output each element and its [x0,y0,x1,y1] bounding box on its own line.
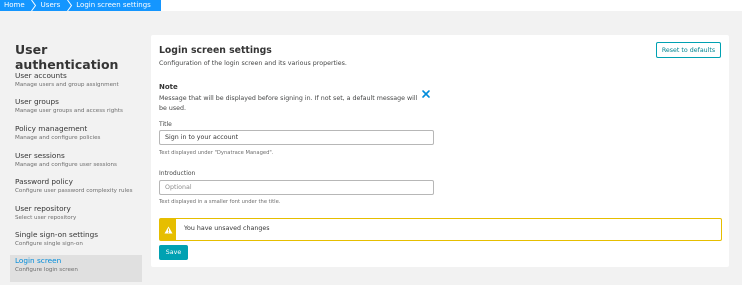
sidebar-item-description: Manage and configure policies [15,135,101,141]
introduction-field-label: Introduction [159,170,196,177]
sidebar-item-label: User repository [15,204,71,213]
page-title: Login screen settings [159,45,272,56]
sidebar-item-user-repository[interactable]: User repository Select user repository [10,203,142,230]
sidebar-item-label: Policy management [15,124,88,133]
sidebar-item-description: Configure user password complexity rules [15,188,133,194]
sidebar-item-user-groups[interactable]: User groups Manage user groups and acces… [10,96,142,123]
introduction-input[interactable] [159,180,434,195]
breadcrumb-current: Login screen settings [72,0,161,11]
introduction-field-help: Text displayed in a smaller font under t… [159,199,281,205]
settings-panel: Login screen settings Configuration of t… [151,35,729,267]
save-button[interactable]: Save [159,245,188,260]
sidebar-item-label: User accounts [15,71,67,80]
warning-triangle-icon [160,219,176,240]
sidebar-item-description: Configure single sign-on [15,241,83,247]
note-text: Message that will be displayed before si… [159,95,418,112]
title-input[interactable] [159,130,434,145]
breadcrumb-home[interactable]: Home [0,0,31,11]
sidebar-item-login-screen[interactable]: Login screen Configure login screen [10,255,142,282]
sidebar-item-description: Select user repository [15,215,77,221]
sidebar-item-description: Manage and configure user sessions [15,162,117,168]
sidebar-item-label: Password policy [15,177,73,186]
unsaved-changes-text: You have unsaved changes [184,225,270,232]
sidebar-title: User authentication [15,42,119,72]
sidebar-item-single-sign-on[interactable]: Single sign-on settings Configure single… [10,229,142,256]
sidebar-item-label: User groups [15,97,59,106]
breadcrumb: Home Users Login screen settings [0,0,161,11]
sidebar-item-label: Login screen [15,256,62,265]
sidebar-item-label: User sessions [15,151,65,160]
title-field-help: Text displayed under "Dynatrace Managed"… [159,150,274,156]
sidebar-item-label: Single sign-on settings [15,230,99,239]
reset-to-defaults-button[interactable]: Reset to defaults [656,42,721,58]
breadcrumb-users[interactable]: Users [36,0,67,11]
close-icon[interactable] [421,84,431,98]
sidebar-item-policy-management[interactable]: Policy management Manage and configure p… [10,123,142,150]
title-field-label: Title [159,121,172,128]
sidebar-item-password-policy[interactable]: Password policy Configure user password … [10,176,142,203]
sidebar-item-description: Manage user groups and access rights [15,108,123,114]
sidebar-item-description: Configure login screen [15,267,78,273]
page-description: Configuration of the login screen and it… [159,60,347,67]
sidebar-item-description: Manage users and group assignment [15,82,119,88]
sidebar-item-user-accounts[interactable]: User accounts Manage users and group ass… [10,70,142,97]
unsaved-changes-banner: You have unsaved changes [159,218,722,241]
note-title: Note [159,83,178,91]
sidebar-item-user-sessions[interactable]: User sessions Manage and configure user … [10,150,142,177]
